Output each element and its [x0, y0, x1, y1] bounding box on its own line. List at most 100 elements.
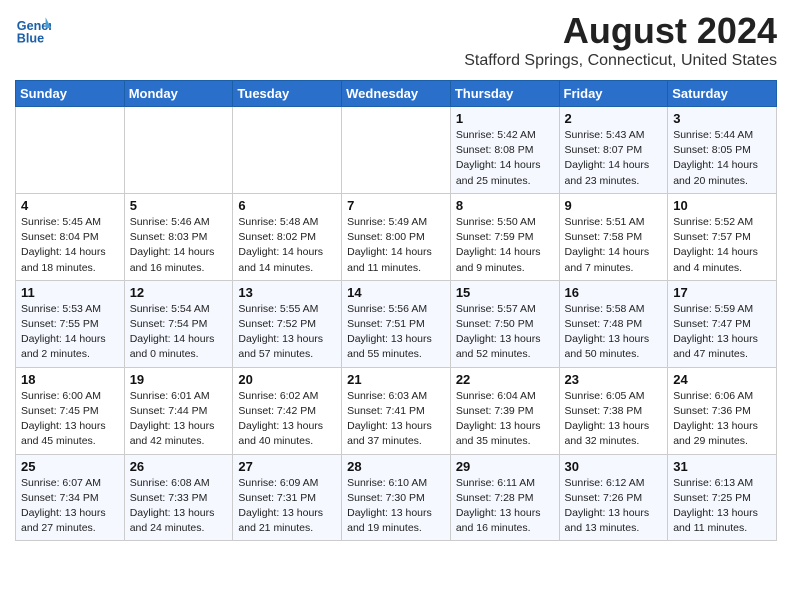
- calendar-cell: 15 Sunrise: 5:57 AM Sunset: 7:50 PM Dayli…: [450, 280, 559, 367]
- calendar-cell: 28 Sunrise: 6:10 AM Sunset: 7:30 PM Dayli…: [342, 454, 451, 541]
- day-number: 2: [565, 111, 663, 126]
- day-info: Sunrise: 5:46 AM Sunset: 8:03 PM Dayligh…: [130, 215, 228, 276]
- day-number: 19: [130, 372, 228, 387]
- calendar-cell: 18 Sunrise: 6:00 AM Sunset: 7:45 PM Dayli…: [16, 367, 125, 454]
- day-info: Sunrise: 5:45 AM Sunset: 8:04 PM Dayligh…: [21, 215, 119, 276]
- day-info: Sunrise: 5:56 AM Sunset: 7:51 PM Dayligh…: [347, 302, 445, 363]
- month-title: August 2024: [464, 10, 777, 52]
- calendar-cell: 24 Sunrise: 6:06 AM Sunset: 7:36 PM Dayli…: [668, 367, 777, 454]
- calendar-body: 1 Sunrise: 5:42 AM Sunset: 8:08 PM Daylig…: [16, 107, 777, 541]
- day-number: 27: [238, 459, 336, 474]
- calendar-week-5: 25Sunrise: 6:07 AM Sunset: 7:34 PM Dayli…: [16, 454, 777, 541]
- calendar-cell: [233, 107, 342, 194]
- calendar-cell: 26Sunrise: 6:08 AM Sunset: 7:33 PM Dayli…: [124, 454, 233, 541]
- calendar-cell: 19 Sunrise: 6:01 AM Sunset: 7:44 PM Dayli…: [124, 367, 233, 454]
- day-info: Sunrise: 6:13 AM Sunset: 7:25 PM Dayligh…: [673, 476, 771, 537]
- calendar-cell: 9 Sunrise: 5:51 AM Sunset: 7:58 PM Daylig…: [559, 193, 668, 280]
- day-number: 24: [673, 372, 771, 387]
- weekday-row: SundayMondayTuesdayWednesdayThursdayFrid…: [16, 81, 777, 107]
- day-number: 7: [347, 198, 445, 213]
- day-number: 8: [456, 198, 554, 213]
- day-number: 28: [347, 459, 445, 474]
- calendar-header: SundayMondayTuesdayWednesdayThursdayFrid…: [16, 81, 777, 107]
- calendar-cell: 30Sunrise: 6:12 AM Sunset: 7:26 PM Dayli…: [559, 454, 668, 541]
- day-number: 1: [456, 111, 554, 126]
- day-info: Sunrise: 6:01 AM Sunset: 7:44 PM Dayligh…: [130, 389, 228, 450]
- day-info: Sunrise: 5:51 AM Sunset: 7:58 PM Dayligh…: [565, 215, 663, 276]
- day-info: Sunrise: 6:10 AM Sunset: 7:30 PM Dayligh…: [347, 476, 445, 537]
- day-number: 30: [565, 459, 663, 474]
- calendar-cell: 21Sunrise: 6:03 AM Sunset: 7:41 PM Dayli…: [342, 367, 451, 454]
- day-number: 20: [238, 372, 336, 387]
- calendar-cell: 14 Sunrise: 5:56 AM Sunset: 7:51 PM Dayli…: [342, 280, 451, 367]
- calendar-week-3: 11 Sunrise: 5:53 AM Sunset: 7:55 PM Dayli…: [16, 280, 777, 367]
- day-info: Sunrise: 5:53 AM Sunset: 7:55 PM Dayligh…: [21, 302, 119, 363]
- day-info: Sunrise: 6:09 AM Sunset: 7:31 PM Dayligh…: [238, 476, 336, 537]
- day-info: Sunrise: 5:59 AM Sunset: 7:47 PM Dayligh…: [673, 302, 771, 363]
- calendar-cell: 2 Sunrise: 5:43 AM Sunset: 8:07 PM Daylig…: [559, 107, 668, 194]
- day-number: 9: [565, 198, 663, 213]
- calendar-cell: 4 Sunrise: 5:45 AM Sunset: 8:04 PM Daylig…: [16, 193, 125, 280]
- day-info: Sunrise: 6:08 AM Sunset: 7:33 PM Dayligh…: [130, 476, 228, 537]
- calendar-cell: 10 Sunrise: 5:52 AM Sunset: 7:57 PM Dayli…: [668, 193, 777, 280]
- day-info: Sunrise: 5:52 AM Sunset: 7:57 PM Dayligh…: [673, 215, 771, 276]
- calendar-cell: 22Sunrise: 6:04 AM Sunset: 7:39 PM Dayli…: [450, 367, 559, 454]
- calendar-cell: 13Sunrise: 5:55 AM Sunset: 7:52 PM Dayli…: [233, 280, 342, 367]
- calendar-week-2: 4 Sunrise: 5:45 AM Sunset: 8:04 PM Daylig…: [16, 193, 777, 280]
- calendar-cell: 5 Sunrise: 5:46 AM Sunset: 8:03 PM Daylig…: [124, 193, 233, 280]
- day-number: 10: [673, 198, 771, 213]
- calendar-cell: 23Sunrise: 6:05 AM Sunset: 7:38 PM Dayli…: [559, 367, 668, 454]
- day-info: Sunrise: 5:55 AM Sunset: 7:52 PM Dayligh…: [238, 302, 336, 363]
- calendar-cell: 6 Sunrise: 5:48 AM Sunset: 8:02 PM Daylig…: [233, 193, 342, 280]
- day-info: Sunrise: 6:04 AM Sunset: 7:39 PM Dayligh…: [456, 389, 554, 450]
- weekday-header-friday: Friday: [559, 81, 668, 107]
- calendar-cell: 3Sunrise: 5:44 AM Sunset: 8:05 PM Daylig…: [668, 107, 777, 194]
- calendar-cell: 12Sunrise: 5:54 AM Sunset: 7:54 PM Dayli…: [124, 280, 233, 367]
- weekday-header-thursday: Thursday: [450, 81, 559, 107]
- day-number: 14: [347, 285, 445, 300]
- calendar-cell: 11 Sunrise: 5:53 AM Sunset: 7:55 PM Dayli…: [16, 280, 125, 367]
- day-number: 11: [21, 285, 119, 300]
- day-number: 3: [673, 111, 771, 126]
- day-number: 4: [21, 198, 119, 213]
- day-number: 17: [673, 285, 771, 300]
- day-info: Sunrise: 5:58 AM Sunset: 7:48 PM Dayligh…: [565, 302, 663, 363]
- day-number: 12: [130, 285, 228, 300]
- day-info: Sunrise: 5:42 AM Sunset: 8:08 PM Dayligh…: [456, 128, 554, 189]
- calendar-cell: [16, 107, 125, 194]
- calendar-cell: [342, 107, 451, 194]
- weekday-header-monday: Monday: [124, 81, 233, 107]
- calendar-cell: [124, 107, 233, 194]
- logo-icon: General Blue: [15, 10, 51, 46]
- calendar-cell: 27 Sunrise: 6:09 AM Sunset: 7:31 PM Dayli…: [233, 454, 342, 541]
- calendar-cell: 1 Sunrise: 5:42 AM Sunset: 8:08 PM Daylig…: [450, 107, 559, 194]
- page-header: General Blue August 2024 Stafford Spring…: [15, 10, 777, 76]
- calendar-week-1: 1 Sunrise: 5:42 AM Sunset: 8:08 PM Daylig…: [16, 107, 777, 194]
- day-number: 31: [673, 459, 771, 474]
- title-block: August 2024 Stafford Springs, Connecticu…: [464, 10, 777, 76]
- weekday-header-saturday: Saturday: [668, 81, 777, 107]
- day-number: 6: [238, 198, 336, 213]
- weekday-header-wednesday: Wednesday: [342, 81, 451, 107]
- day-info: Sunrise: 6:05 AM Sunset: 7:38 PM Dayligh…: [565, 389, 663, 450]
- day-number: 18: [21, 372, 119, 387]
- day-number: 21: [347, 372, 445, 387]
- day-info: Sunrise: 6:06 AM Sunset: 7:36 PM Dayligh…: [673, 389, 771, 450]
- day-info: Sunrise: 6:07 AM Sunset: 7:34 PM Dayligh…: [21, 476, 119, 537]
- day-number: 29: [456, 459, 554, 474]
- calendar-cell: 8Sunrise: 5:50 AM Sunset: 7:59 PM Daylig…: [450, 193, 559, 280]
- day-info: Sunrise: 5:49 AM Sunset: 8:00 PM Dayligh…: [347, 215, 445, 276]
- day-info: Sunrise: 5:48 AM Sunset: 8:02 PM Dayligh…: [238, 215, 336, 276]
- day-info: Sunrise: 6:02 AM Sunset: 7:42 PM Dayligh…: [238, 389, 336, 450]
- calendar-cell: 17 Sunrise: 5:59 AM Sunset: 7:47 PM Dayli…: [668, 280, 777, 367]
- day-info: Sunrise: 5:43 AM Sunset: 8:07 PM Dayligh…: [565, 128, 663, 189]
- logo: General Blue: [15, 10, 55, 46]
- day-number: 16: [565, 285, 663, 300]
- calendar-cell: 16 Sunrise: 5:58 AM Sunset: 7:48 PM Dayli…: [559, 280, 668, 367]
- location-title: Stafford Springs, Connecticut, United St…: [464, 52, 777, 70]
- day-info: Sunrise: 6:00 AM Sunset: 7:45 PM Dayligh…: [21, 389, 119, 450]
- svg-text:Blue: Blue: [17, 31, 44, 45]
- day-info: Sunrise: 5:57 AM Sunset: 7:50 PM Dayligh…: [456, 302, 554, 363]
- day-number: 15: [456, 285, 554, 300]
- day-number: 5: [130, 198, 228, 213]
